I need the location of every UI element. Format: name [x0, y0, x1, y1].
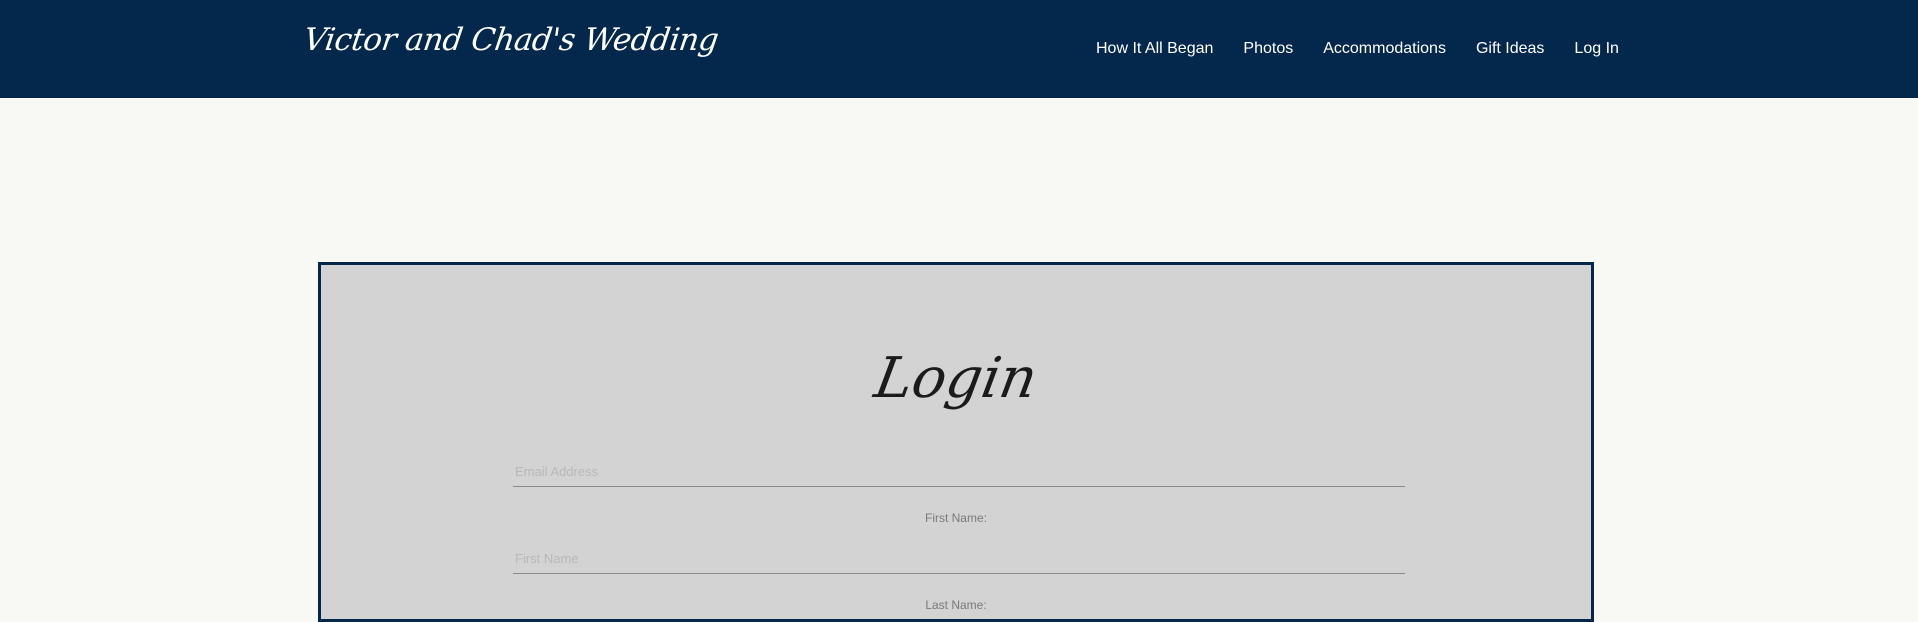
first-name-label: First Name: — [924, 511, 987, 525]
nav-photos[interactable]: Photos — [1243, 40, 1293, 58]
email-field[interactable] — [513, 457, 1405, 487]
last-name-label: Last Name: — [925, 598, 987, 612]
first-name-field[interactable] — [513, 544, 1405, 574]
nav-gift-ideas[interactable]: Gift Ideas — [1476, 40, 1544, 58]
nav-log-in[interactable]: Log In — [1574, 40, 1618, 58]
login-panel: Login First Name: Last Name: — [318, 262, 1594, 622]
main-nav: How It All Began Photos Accommodations G… — [1096, 40, 1619, 58]
site-header: Victor and Chad's Wedding How It All Beg… — [0, 0, 1918, 98]
login-title: Login — [869, 346, 1043, 411]
site-logo-title[interactable]: Victor and Chad's Wedding — [301, 22, 720, 58]
nav-accommodations[interactable]: Accommodations — [1323, 40, 1446, 58]
nav-how-it-all-began[interactable]: How It All Began — [1096, 40, 1213, 58]
